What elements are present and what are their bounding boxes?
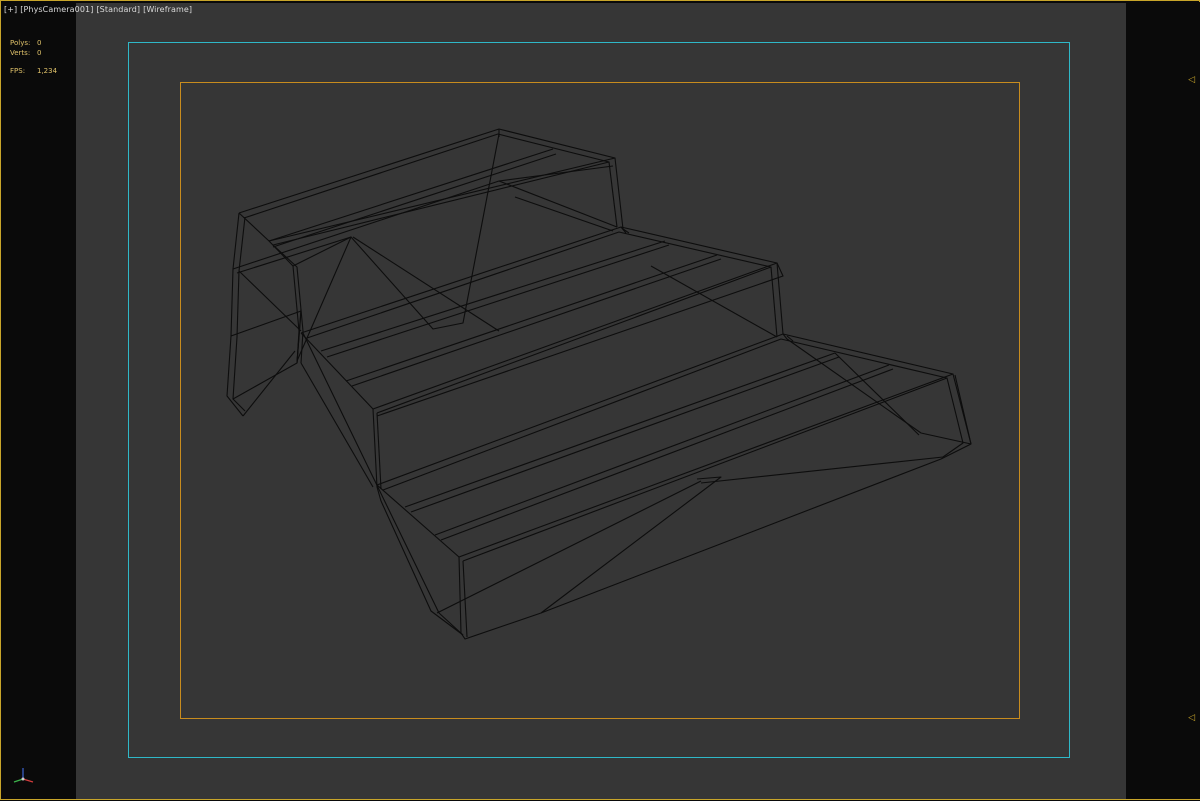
letterbox-left — [2, 2, 75, 799]
collapse-arrow-icon[interactable]: ◁ — [1188, 75, 1195, 85]
axis-gizmo-icon — [13, 768, 34, 783]
viewport-statistics: Polys: 0 Verts: 0 FPS: 1,234 — [10, 38, 57, 76]
fps-label: FPS: — [10, 67, 26, 75]
verts-value: 0 — [37, 49, 42, 57]
polys-value: 0 — [37, 39, 42, 47]
viewport-shading-menu[interactable]: [Standard] — [96, 5, 140, 19]
viewport-point-of-view-menu[interactable]: [PhysCamera001] — [20, 5, 93, 19]
viewport-general-menu[interactable]: [+] — [4, 5, 17, 19]
viewport-label-menu: [+] [PhysCamera001] [Standard] [Wirefram… — [4, 5, 192, 19]
collapse-arrow-icon[interactable]: ◁ — [1188, 713, 1195, 723]
letterbox-right — [1126, 2, 1200, 799]
polys-label: Polys: — [10, 39, 31, 47]
verts-label: Verts: — [10, 49, 31, 57]
fps-value: 1,234 — [37, 67, 58, 75]
viewport-display-mode-menu[interactable]: [Wireframe] — [143, 5, 192, 19]
camera-viewport[interactable]: [+] [PhysCamera001] [Standard] [Wirefram… — [0, 0, 1200, 800]
safe-frame-action-area — [180, 82, 1020, 719]
